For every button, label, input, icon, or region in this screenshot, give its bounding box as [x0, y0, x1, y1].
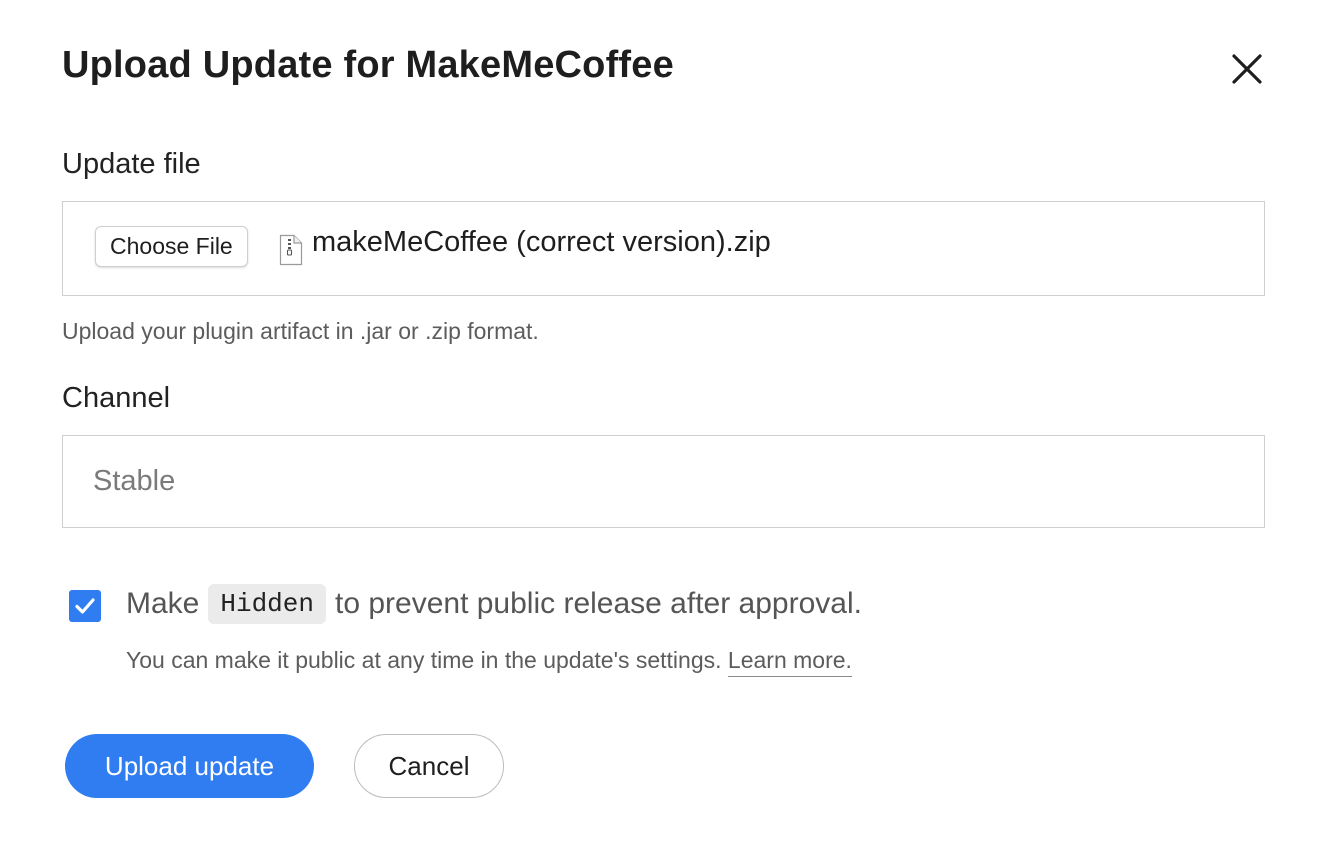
hidden-option-text-before: Make [126, 587, 200, 620]
update-file-label: Update file [62, 148, 201, 180]
choose-file-button[interactable]: Choose File [95, 226, 248, 267]
zip-file-icon [279, 234, 303, 266]
upload-update-button[interactable]: Upload update [65, 734, 314, 798]
selected-file-name: makeMeCoffee (correct version).zip [312, 226, 771, 258]
cancel-button[interactable]: Cancel [354, 734, 504, 798]
hidden-option-label: Make Hidden to prevent public release af… [126, 584, 862, 624]
hidden-option-note-text: You can make it public at any time in th… [126, 647, 728, 673]
channel-input[interactable] [62, 435, 1265, 528]
channel-label: Channel [62, 382, 171, 414]
file-picker[interactable]: Choose File makeMeCoffee (correct versio… [62, 201, 1265, 296]
dialog-title: Upload Update for MakeMeCoffee [62, 44, 674, 86]
learn-more-link[interactable]: Learn more. [727, 647, 852, 677]
close-icon [1232, 54, 1262, 84]
file-format-hint: Upload your plugin artifact in .jar or .… [62, 318, 539, 344]
hidden-code-chip: Hidden [208, 584, 326, 624]
checkmark-icon [75, 598, 95, 614]
hidden-option-note: You can make it public at any time in th… [126, 647, 852, 677]
hidden-option-text-after: to prevent public release after approval… [334, 587, 862, 620]
close-button[interactable] [1226, 48, 1268, 90]
hidden-checkbox[interactable] [69, 590, 101, 622]
upload-update-dialog: Upload Update for MakeMeCoffee Update fi… [0, 0, 1322, 844]
